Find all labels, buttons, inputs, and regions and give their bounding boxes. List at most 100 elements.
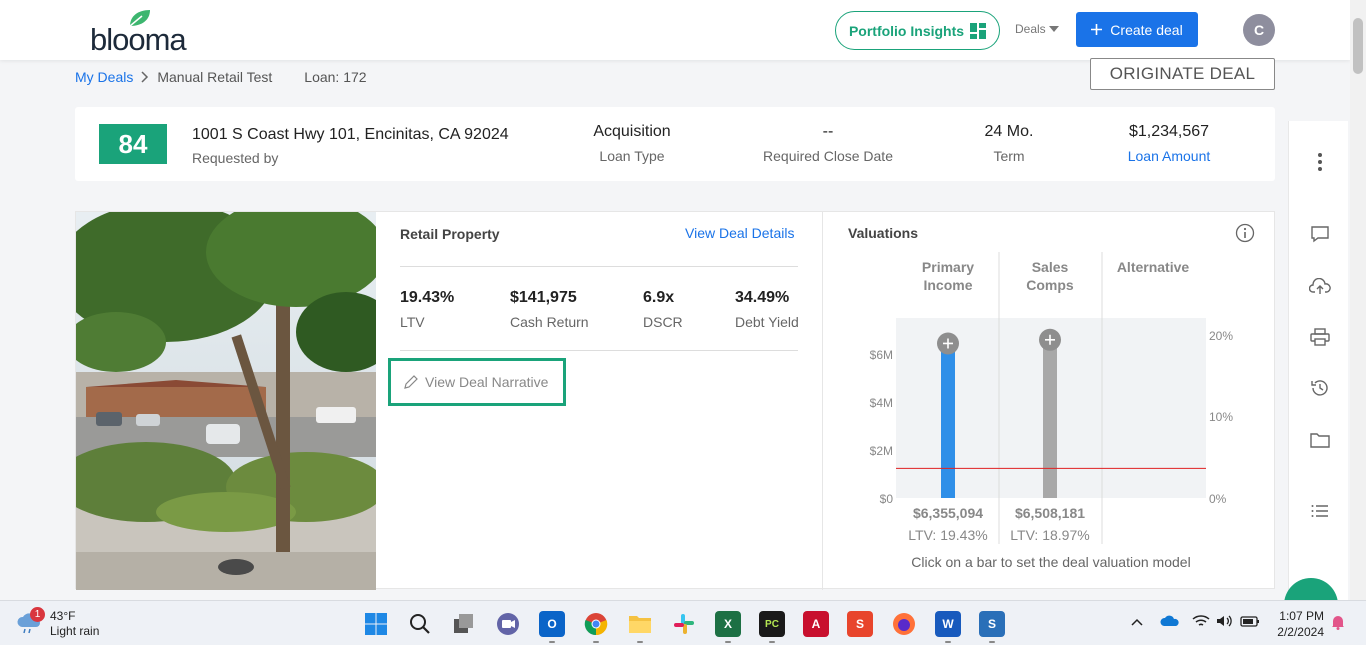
notification-bell-icon[interactable] [1331,614,1345,635]
pycharm-icon[interactable]: PC [759,611,785,637]
deal-score-badge: 84 [99,124,167,164]
y2-tick-label: 10% [1209,410,1233,424]
property-photo[interactable] [76,212,376,590]
slack-icon[interactable] [671,611,697,637]
os-taskbar: 1 43°F Light rain O X PC A S W S 1:07 PM… [0,600,1366,645]
firefox-icon[interactable] [891,611,917,637]
weather-badge: 1 [30,607,45,622]
bar-value-label: $6,508,181 [1015,505,1085,521]
loan-amount: $1,234,567 Loan Amount [1109,123,1229,164]
running-indicator [549,641,555,643]
loan-number: Loan: 172 [304,69,367,85]
running-indicator [593,641,599,643]
metric-ltv: 19.43% LTV [400,289,454,330]
category-label: Comps [1026,277,1074,293]
page-scrollbar[interactable] [1350,0,1366,600]
user-avatar[interactable]: C [1243,14,1275,46]
weather-temp: 43°F [50,609,76,623]
deals-dropdown[interactable]: Deals [1015,22,1059,36]
plus-icon [1091,24,1103,35]
snagit-icon[interactable]: S [847,611,873,637]
required-close-date: -- Required Close Date [748,123,908,164]
clock-date: 2/2/2024 [1277,625,1324,639]
bar-ltv-label: LTV: 18.97% [1010,527,1089,543]
running-indicator [989,641,995,643]
valuations-chart[interactable]: Primary Income Sales Comps Alternative $0 $2M $… [826,252,1276,552]
valuation-hint: Click on a bar to set the deal valuation… [911,554,1191,570]
blooma-logo[interactable]: blooma [90,10,200,57]
word-icon[interactable]: W [935,611,961,637]
chevron-up-icon[interactable] [1130,614,1144,632]
divider [400,350,798,351]
volume-icon[interactable] [1216,614,1234,633]
valuations-title: Valuations [848,225,919,241]
metric-value: 6.9x [643,289,675,306]
excel-icon[interactable]: X [715,611,741,637]
more-options-icon[interactable] [1309,151,1331,173]
bar-ltv-label: LTV: 19.43% [908,527,987,543]
loan-amount-link[interactable]: Loan Amount [1109,148,1229,164]
originate-deal-button[interactable]: ORIGINATE DEAL [1090,58,1275,90]
running-indicator [637,641,643,643]
loan-type-label: Loan Type [599,148,665,164]
pencil-icon [404,375,418,389]
breadcrumb-my-deals[interactable]: My Deals [75,69,133,85]
loan-type: Acquisition Loan Type [572,123,692,164]
scrollbar-thumb[interactable] [1353,18,1363,74]
category-label: Income [923,277,972,293]
acrobat-icon[interactable]: A [803,611,829,637]
onedrive-icon[interactable] [1160,614,1180,633]
y-tick-label: $2M [870,444,893,458]
property-address: 1001 S Coast Hwy 101, Encinitas, CA 9202… [192,126,509,143]
create-deal-button[interactable]: Create deal [1076,12,1198,47]
metric-label: LTV [400,314,425,330]
deals-dropdown-label: Deals [1015,22,1046,36]
y-tick-label: $4M [870,396,893,410]
metric-value: $141,975 [510,289,577,306]
y-tick-label: $6M [870,348,893,362]
leaf-icon [129,10,150,27]
loan-amount-value: $1,234,567 [1128,123,1210,140]
view-deal-details-link[interactable]: View Deal Details [685,225,794,241]
task-view-icon[interactable] [451,611,477,637]
list-icon[interactable] [1309,500,1331,522]
folder-icon[interactable] [1309,429,1331,451]
divider [400,266,798,267]
view-deal-narrative-button[interactable]: View Deal Narrative [388,358,566,406]
system-clock[interactable]: 1:07 PM 2/2/2024 [1272,608,1324,640]
close-date-value: -- [822,123,834,140]
bar-value-label: $6,355,094 [913,505,983,521]
portfolio-insights-button[interactable]: Portfolio Insights [835,11,1000,50]
info-icon[interactable] [1235,223,1255,248]
term-label: Term [993,148,1025,164]
running-indicator [725,641,731,643]
property-card: Retail Property View Deal Details 19.43%… [75,211,1276,590]
wifi-icon[interactable] [1192,614,1210,633]
breadcrumb: My Deals Manual Retail Test Loan: 172 [75,69,367,85]
y-tick-label: $0 [880,492,894,506]
chrome-icon[interactable] [583,611,609,637]
cloud-upload-icon[interactable] [1309,276,1331,298]
windows-start-icon[interactable] [363,611,389,637]
metric-label: Cash Return [510,314,589,330]
metric-cash-return: $141,975 Cash Return [510,289,589,330]
weather-widget[interactable]: 1 43°F Light rain [16,607,99,639]
metric-value: 34.49% [735,289,790,306]
search-icon[interactable] [407,611,433,637]
metric-label: Debt Yield [735,314,799,330]
file-explorer-icon[interactable] [627,611,653,637]
running-indicator [769,641,775,643]
caret-down-icon [1048,26,1059,32]
category-label: Alternative [1117,259,1190,275]
top-navbar: blooma Portfolio Insights Deals Create d… [0,0,1350,60]
battery-icon[interactable] [1240,614,1260,633]
view-deal-narrative-label: View Deal Narrative [425,374,549,390]
comment-icon[interactable] [1309,223,1331,245]
print-icon[interactable] [1309,326,1331,348]
history-icon[interactable] [1309,377,1331,399]
snagit-editor-icon[interactable]: S [979,611,1005,637]
outlook-icon[interactable]: O [539,611,565,637]
dashboard-icon [970,22,987,39]
teams-chat-icon[interactable] [495,611,521,637]
category-label: Sales [1032,259,1069,275]
